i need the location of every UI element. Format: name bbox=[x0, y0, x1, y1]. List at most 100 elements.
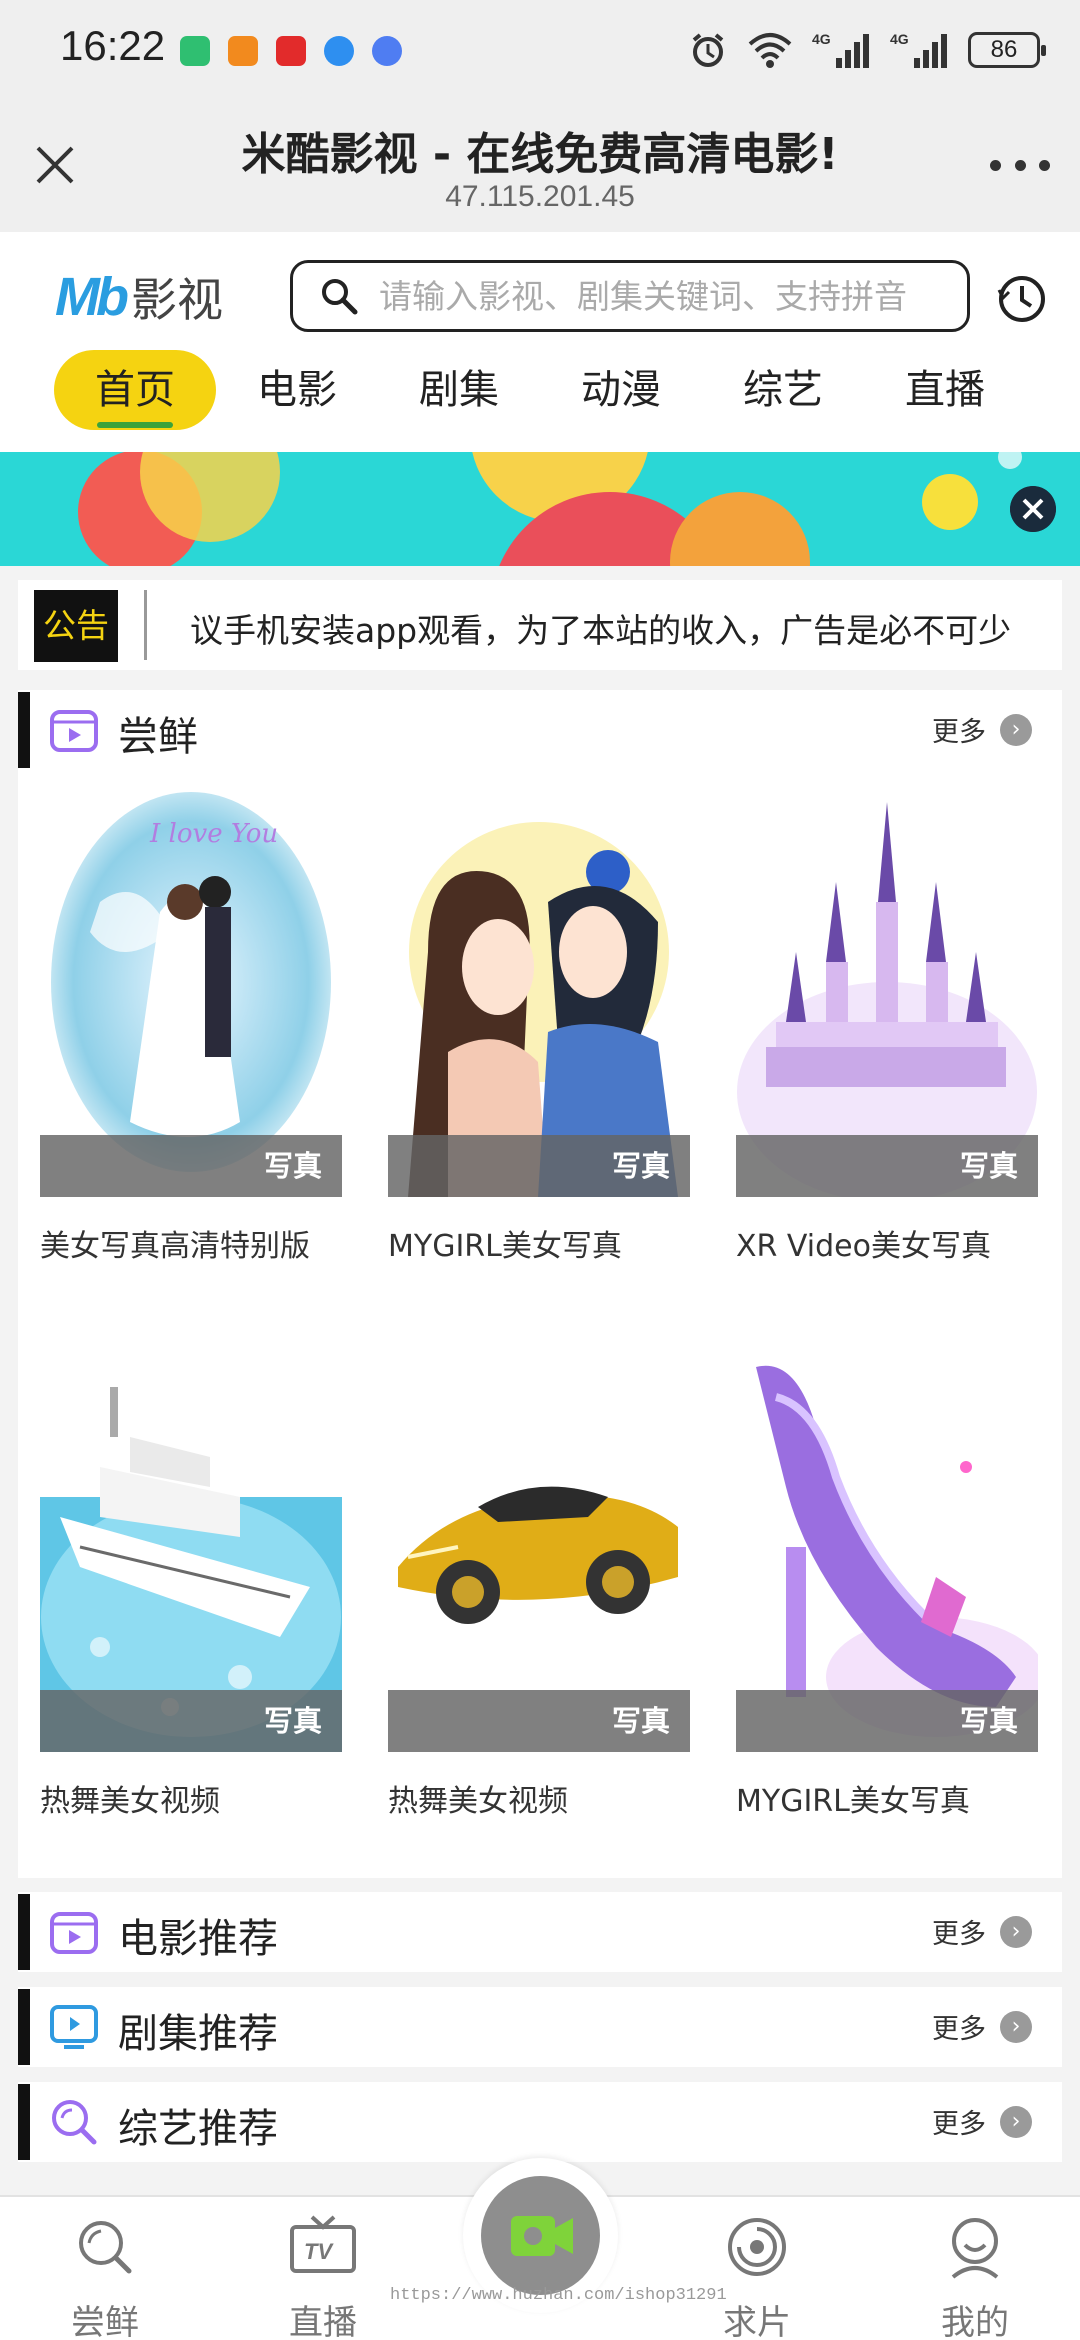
section-bar bbox=[18, 1989, 30, 2065]
svg-text:TV: TV bbox=[304, 2239, 334, 2264]
video-card[interactable]: 写真 热舞美女视频 bbox=[388, 1347, 690, 1820]
chevron-right-icon: › bbox=[1000, 1915, 1032, 1948]
section-more-link[interactable]: 更多 › bbox=[932, 2007, 1032, 2046]
video-card[interactable]: 写真 MYGIRL美女写真 bbox=[736, 1347, 1038, 1820]
music-app-notification-icon bbox=[276, 36, 306, 66]
center-button-circle bbox=[481, 2176, 600, 2295]
video-title: MYGIRL美女写真 bbox=[388, 1229, 622, 1264]
tab-series[interactable]: 剧集 bbox=[378, 350, 540, 430]
svg-text:I love You: I love You bbox=[149, 819, 278, 849]
video-card[interactable]: 写真 热舞美女视频 bbox=[40, 1347, 342, 1820]
category-tag: 写真 bbox=[388, 1135, 690, 1197]
video-title: 美女写真高清特别版 bbox=[40, 1229, 310, 1264]
music-notification-icon bbox=[372, 36, 402, 66]
section-more-link[interactable]: 更多 › bbox=[932, 1912, 1032, 1951]
category-tag: 写真 bbox=[736, 1135, 1038, 1197]
tab-live[interactable]: 直播 bbox=[864, 350, 1026, 430]
chevron-right-icon: › bbox=[1000, 713, 1032, 746]
section-movies-recommended[interactable]: 电影推荐 更多 › bbox=[18, 1892, 1062, 1972]
notice-bar: 公告 议手机安装app观看，为了本站的收入，广告是必不可少 bbox=[18, 580, 1062, 670]
video-thumbnail: 写真 bbox=[736, 1347, 1038, 1752]
banner-close-icon[interactable] bbox=[1010, 486, 1056, 532]
video-thumbnail: I love You 写真 bbox=[40, 792, 342, 1197]
more-options-icon[interactable] bbox=[990, 150, 1050, 180]
user-icon bbox=[951, 2218, 999, 2279]
category-tag: 写真 bbox=[40, 1135, 342, 1197]
section-new-releases: 尝鲜 更多 › I love You 写真 美女写真高清特别版 写真 MYGIR… bbox=[18, 690, 1062, 1878]
banner-graphic bbox=[0, 452, 1080, 566]
bottom-nav-label: 尝鲜 bbox=[71, 2303, 139, 2340]
video-thumbnail: 写真 bbox=[388, 1347, 690, 1752]
tab-variety[interactable]: 综艺 bbox=[702, 350, 864, 430]
video-thumbnail: 写真 bbox=[736, 792, 1038, 1197]
target-icon bbox=[728, 2218, 786, 2276]
bottom-nav-label: 我的 bbox=[941, 2303, 1009, 2340]
browser-chrome: 16:22 4G 4G 86 米酷影视 - 在线免费高清电影! 47.115.2… bbox=[0, 0, 1080, 232]
section-variety-recommended[interactable]: 综艺推荐 更多 › bbox=[18, 2082, 1062, 2162]
video-thumbnail: 写真 bbox=[40, 1347, 342, 1752]
section-bar bbox=[18, 1894, 30, 1970]
bottom-nav-live[interactable]: TV 直播 bbox=[248, 2197, 398, 2340]
video-card[interactable]: I love You 写真 美女写真高清特别版 bbox=[40, 792, 342, 1265]
monitor-play-icon bbox=[50, 2005, 98, 2049]
notice-text: 议手机安装app观看，为了本站的收入，广告是必不可少 bbox=[190, 611, 1012, 650]
video-title: MYGIRL美女写真 bbox=[736, 1784, 970, 1819]
page-title: 米酷影视 - 在线免费高清电影! bbox=[241, 129, 839, 180]
search-input[interactable] bbox=[379, 276, 939, 316]
svg-text:4G: 4G bbox=[890, 31, 909, 47]
bottom-nav-label: 直播 bbox=[289, 2303, 357, 2340]
chevron-right-icon: › bbox=[1000, 2010, 1032, 2043]
signal-4g-icon: 4G bbox=[812, 31, 869, 68]
system-icons: 4G 4G 86 bbox=[688, 26, 1046, 74]
bottom-nav-profile[interactable]: 我的 bbox=[900, 2197, 1050, 2340]
status-time: 16:22 bbox=[60, 22, 166, 69]
logo-text: 影视 bbox=[130, 273, 223, 327]
search-icon bbox=[322, 279, 358, 315]
search-box[interactable] bbox=[290, 260, 970, 332]
tab-movies[interactable]: 电影 bbox=[216, 350, 378, 430]
svg-text:4G: 4G bbox=[812, 31, 831, 47]
ad-banner[interactable] bbox=[0, 452, 1080, 566]
section-title: 综艺推荐 bbox=[118, 2106, 278, 2152]
tv-icon: TV bbox=[290, 2215, 356, 2273]
browser-notification-icon bbox=[324, 36, 354, 66]
status-bar: 16:22 4G 4G 86 bbox=[0, 0, 1080, 100]
notice-tag: 公告 bbox=[34, 590, 118, 662]
section-more-link[interactable]: 更多 › bbox=[932, 710, 1032, 749]
video-title: 热舞美女视频 bbox=[40, 1784, 220, 1819]
more-label: 更多 bbox=[932, 2109, 986, 2140]
chevron-right-icon: › bbox=[1000, 2105, 1032, 2138]
video-card[interactable]: 写真 MYGIRL美女写真 bbox=[388, 792, 690, 1265]
search-icon bbox=[79, 2221, 132, 2274]
bottom-nav-request[interactable]: 求片 bbox=[682, 2197, 832, 2340]
bottom-nav-new[interactable]: 尝鲜 bbox=[30, 2197, 180, 2340]
category-tag: 写真 bbox=[40, 1690, 342, 1752]
more-label: 更多 bbox=[932, 2014, 986, 2045]
magnifier-icon bbox=[52, 2100, 97, 2145]
tab-home[interactable]: 首页 bbox=[54, 350, 216, 430]
section-title: 电影推荐 bbox=[118, 1916, 278, 1962]
section-more-link[interactable]: 更多 › bbox=[932, 2102, 1032, 2141]
video-card[interactable]: 写真 XR Video美女写真 bbox=[736, 792, 1038, 1265]
video-app-notification-icon bbox=[228, 36, 258, 66]
section-series-recommended[interactable]: 剧集推荐 更多 › bbox=[18, 1987, 1062, 2067]
notice-divider bbox=[144, 590, 147, 660]
section-bar bbox=[18, 692, 30, 768]
section-header: 尝鲜 更多 › bbox=[18, 690, 1062, 770]
video-title: XR Video美女写真 bbox=[736, 1229, 991, 1264]
section-title: 剧集推荐 bbox=[118, 2011, 278, 2057]
category-tag: 写真 bbox=[388, 1690, 690, 1752]
history-icon[interactable] bbox=[995, 272, 1049, 326]
section-bar bbox=[18, 2084, 30, 2160]
more-label: 更多 bbox=[932, 1919, 986, 1950]
logo-mark: Mb bbox=[55, 267, 129, 327]
section-title: 尝鲜 bbox=[118, 714, 198, 760]
site-logo[interactable]: Mb 影视 bbox=[55, 262, 245, 332]
alarm-icon bbox=[692, 33, 724, 67]
app-notification-icon bbox=[180, 36, 210, 66]
nav-tabs: 首页 电影 剧集 动漫 综艺 直播 bbox=[0, 350, 1080, 440]
category-tag: 写真 bbox=[736, 1690, 1038, 1752]
signal-4g-icon-2: 4G bbox=[890, 31, 947, 68]
battery-indicator: 86 bbox=[968, 32, 1046, 68]
tab-anime[interactable]: 动漫 bbox=[540, 350, 702, 430]
